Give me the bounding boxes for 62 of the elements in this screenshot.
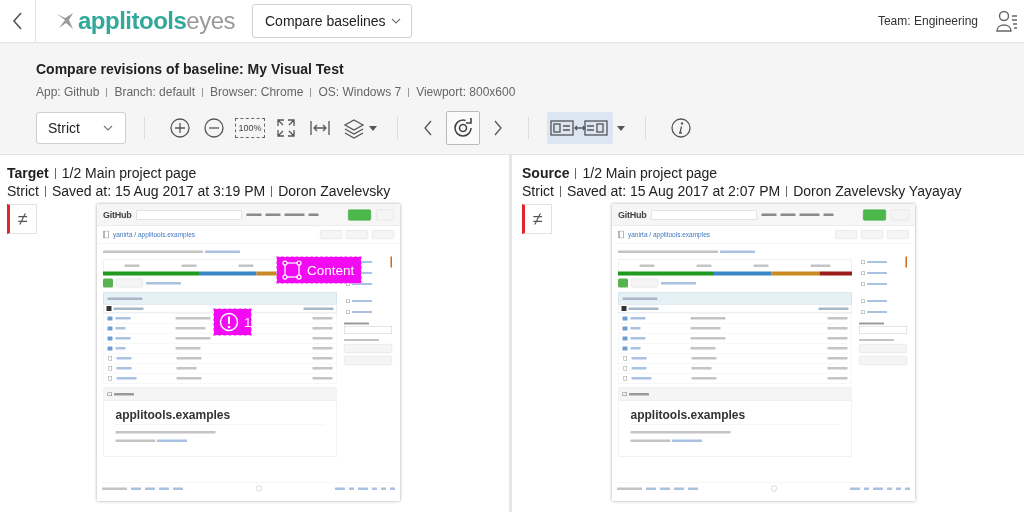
side-by-side-icon [549, 118, 611, 138]
sign-up-button[interactable] [863, 209, 886, 221]
logo-icon [56, 11, 74, 31]
match-level-text: Strict [522, 183, 554, 199]
detail-text: Viewport: 800x600 [416, 85, 516, 99]
detail-text: OS: Windows 7 [318, 85, 402, 99]
step-name: 1/2 Main project page [582, 165, 718, 181]
previous-icon[interactable] [422, 118, 434, 138]
readme-title-drawing [629, 392, 649, 396]
saved-time: Saved at: 15 Aug 2017 at 2:07 PM [566, 183, 781, 199]
readme-title-drawing [114, 392, 134, 396]
user-settings-icon[interactable] [996, 10, 1018, 32]
brand-name: applitools [78, 7, 187, 35]
compare-button[interactable] [103, 278, 113, 288]
path-link-drawing[interactable] [661, 281, 696, 285]
match-level-text: Strict [7, 183, 39, 199]
readme-text-drawing [115, 439, 187, 442]
info-icon[interactable] [670, 117, 692, 139]
readme-heading: applitools.examples [630, 407, 840, 425]
compare-button[interactable] [618, 278, 628, 288]
view-dropdown[interactable]: Compare baselines [252, 4, 412, 38]
search-field[interactable] [651, 210, 757, 220]
caret-icon[interactable] [369, 125, 377, 131]
match-level-dropdown[interactable]: Strict [36, 112, 126, 144]
saved-time: Saved at: 15 Aug 2017 at 3:19 PM [51, 183, 266, 199]
zoom-out-icon[interactable] [203, 117, 225, 139]
detail-text: Branch: default [114, 85, 196, 99]
sign-up-button[interactable] [348, 209, 371, 221]
path-link-drawing[interactable] [146, 281, 181, 285]
diff-indicator[interactable]: ≠ [522, 204, 552, 234]
readme-text-drawing [630, 439, 702, 442]
page-title: Compare revisions of baseline: My Visual Test [36, 61, 345, 77]
back-icon[interactable] [11, 11, 24, 31]
caret-icon [391, 18, 401, 24]
site-logo[interactable]: GitHub [618, 209, 647, 220]
step-name: 1/2 Main project page [61, 165, 197, 181]
readme-heading: applitools.examples [115, 407, 325, 425]
marker-label: 1 [244, 314, 252, 330]
panel-role: Target [7, 165, 49, 181]
marker-label: Content [307, 262, 355, 278]
diff-toggle-button[interactable] [446, 111, 480, 145]
zoom-in-icon[interactable] [169, 117, 191, 139]
region-icon [282, 260, 302, 280]
side-by-side-button[interactable] [547, 112, 613, 144]
next-icon[interactable] [492, 118, 504, 138]
fit-screen-icon[interactable] [275, 117, 297, 139]
diff-indicator[interactable]: ≠ [7, 204, 37, 234]
team-label: Team: Engineering [877, 14, 978, 28]
refresh-icon [453, 118, 473, 138]
brand-suffix: eyes [186, 7, 236, 35]
caret-icon[interactable] [617, 125, 625, 131]
detail-text: App: Github [36, 85, 100, 99]
caret-icon [103, 125, 113, 131]
actual-size-button[interactable]: 100% [235, 118, 265, 138]
layers-icon[interactable] [343, 117, 365, 139]
search-field[interactable] [136, 210, 242, 220]
detail-text: Browser: Chrome [210, 85, 304, 99]
author-name: Doron Zavelevsky Yayayay [793, 183, 962, 199]
site-logo[interactable]: GitHub [103, 209, 132, 220]
author-name: Doron Zavelevsky [278, 183, 391, 199]
alert-icon [219, 312, 239, 332]
panel-role: Source [522, 165, 570, 181]
